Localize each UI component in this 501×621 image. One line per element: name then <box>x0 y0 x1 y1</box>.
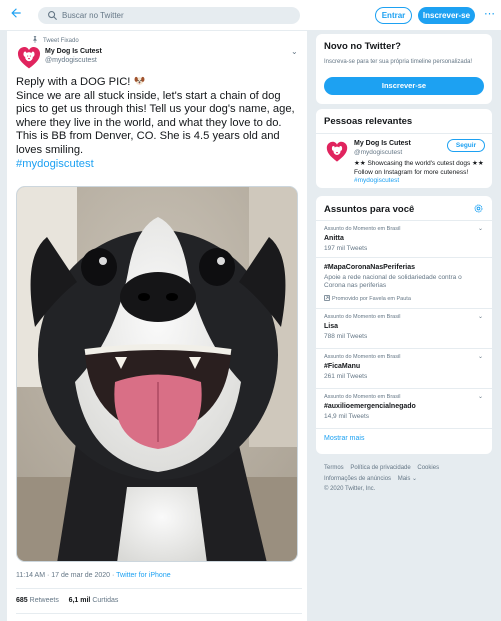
timestamp-text[interactable]: 11:14 AM · 17 de mar de 2020 · <box>16 572 116 579</box>
tweet-timestamp: 11:14 AM · 17 de mar de 2020 · Twitter f… <box>16 572 171 579</box>
person-bio-hashtag[interactable]: #mydogiscutest <box>354 177 399 184</box>
trend-name[interactable]: Anitta <box>324 235 344 242</box>
search-box[interactable] <box>38 7 300 24</box>
person-bio-text: ★★ Showcasing the world's cutest dogs ★★… <box>354 160 484 176</box>
tweet-text: Reply with a DOG PIC! Since we are all s… <box>16 75 302 171</box>
person-name[interactable]: My Dog Is Cutest <box>354 140 411 147</box>
trend-item-promoted[interactable]: #MapaCoronaNasPeriferias Apoie a rede na… <box>316 258 492 309</box>
chevron-down-icon[interactable]: ⌄ <box>478 353 483 360</box>
back-arrow-icon[interactable] <box>9 6 25 24</box>
retweets-label[interactable]: Retweets <box>30 597 59 604</box>
more-dots-icon[interactable]: ⋯ <box>484 7 495 20</box>
trend-count: 197 mil Tweets <box>324 245 368 252</box>
trend-item[interactable]: Assunto do Momento em Brasil ⌄ #auxilioe… <box>316 389 492 429</box>
trend-name[interactable]: Lisa <box>324 323 338 330</box>
footer: Termos Política de privacidade Cookies I… <box>324 463 492 495</box>
top-bar: Entrar Inscrever-se ⋯ <box>0 0 501 31</box>
tweet-detail: Tweet Fixado My Dog Is Cutest @mydogiscu… <box>7 31 307 621</box>
trend-count: 261 mil Tweets <box>324 373 368 380</box>
tweet-stats: 685 Retweets 6,1 mil Curtidas <box>16 597 118 604</box>
divider <box>16 613 302 614</box>
footer-link-cookies[interactable]: Cookies <box>417 465 439 471</box>
search-icon <box>48 11 58 21</box>
signup-button[interactable]: Inscrever-se <box>418 7 475 24</box>
new-to-twitter-subtitle: Inscreva-se para ter sua própria timelin… <box>324 59 473 65</box>
dog-photo-image <box>17 187 297 561</box>
pinned-indicator: Tweet Fixado <box>32 36 79 44</box>
new-to-twitter-card: Novo no Twitter? Inscreva-se para ter su… <box>316 34 492 104</box>
footer-link-ads[interactable]: Informações de anúncios <box>324 476 391 482</box>
gear-icon[interactable] <box>473 203 484 214</box>
search-input[interactable] <box>62 7 292 24</box>
tweet-text-body: Since we are all stuck inside, let's sta… <box>16 89 295 156</box>
copyright: © 2020 Twitter, Inc. <box>324 486 376 492</box>
chevron-down-icon[interactable]: ⌄ <box>478 225 483 232</box>
trend-count: 14,9 mil Tweets <box>324 413 370 420</box>
trend-name[interactable]: #auxilioemergencialnegado <box>324 403 416 410</box>
follow-button[interactable]: Seguir <box>447 139 485 152</box>
footer-link-more[interactable]: Mais ⌄ <box>398 476 417 482</box>
chevron-down-icon[interactable]: ⌄ <box>291 47 298 56</box>
chevron-down-icon[interactable]: ⌄ <box>478 313 483 320</box>
promoted-text: Promovido por Favela em Pauta <box>332 296 411 302</box>
client-link[interactable]: Twitter for iPhone <box>116 572 170 579</box>
chevron-down-icon[interactable]: ⌄ <box>478 393 483 400</box>
divider <box>316 133 492 134</box>
trend-item[interactable]: Assunto do Momento em Brasil ⌄ Lisa 788 … <box>316 309 492 349</box>
trend-count: 788 mil Tweets <box>324 333 368 340</box>
tweet-text-line1: Reply with a DOG PIC! <box>16 76 131 88</box>
new-to-twitter-title: Novo no Twitter? <box>324 41 401 52</box>
trends-card: Assuntos para você Assunto do Momento em… <box>316 196 492 454</box>
trend-item[interactable]: Assunto do Momento em Brasil ⌄ Anitta 19… <box>316 221 492 258</box>
dog-face-icon <box>134 76 144 85</box>
author-handle[interactable]: @mydogiscutest <box>45 57 97 64</box>
trend-context: Assunto do Momento em Brasil <box>324 394 401 400</box>
retweets-count[interactable]: 685 <box>16 597 28 604</box>
person-handle[interactable]: @mydogiscutest <box>354 149 402 156</box>
likes-label[interactable]: Curtidas <box>92 597 118 604</box>
trend-name[interactable]: #MapaCoronaNasPeriferias <box>324 264 415 271</box>
pin-icon <box>33 36 37 43</box>
trend-context: Assunto do Momento em Brasil <box>324 314 401 320</box>
trend-description: Apoie a rede nacional de solidariedade c… <box>324 274 462 289</box>
signup-cta-button[interactable]: Inscrever-se <box>324 77 484 95</box>
person-bio: ★★ Showcasing the world's cutest dogs ★★… <box>354 160 484 186</box>
relevant-people-card: Pessoas relevantes My Dog Is Cutest @myd… <box>316 109 492 188</box>
promoted-label: Promovido por Favela em Pauta <box>324 295 411 302</box>
footer-link-privacy[interactable]: Política de privacidade <box>350 465 410 471</box>
trend-item[interactable]: Assunto do Momento em Brasil ⌄ #FicaManu… <box>316 349 492 389</box>
trend-name[interactable]: #FicaManu <box>324 363 360 370</box>
pinned-label: Tweet Fixado <box>43 38 79 44</box>
relevant-people-title: Pessoas relevantes <box>324 116 413 127</box>
trend-context: Assunto do Momento em Brasil <box>324 226 401 232</box>
likes-count[interactable]: 6,1 mil <box>69 597 91 604</box>
avatar[interactable] <box>325 140 349 164</box>
trends-title: Assuntos para você <box>324 204 415 215</box>
footer-link-terms[interactable]: Termos <box>324 465 344 471</box>
author-name[interactable]: My Dog Is Cutest <box>45 48 102 55</box>
tweet-photo[interactable] <box>16 186 298 562</box>
promoted-icon <box>324 295 330 301</box>
tweet-hashtag[interactable]: #mydogiscutest <box>16 158 94 170</box>
login-button[interactable]: Entrar <box>375 7 412 24</box>
trend-context: Assunto do Momento em Brasil <box>324 354 401 360</box>
show-more-link[interactable]: Mostrar mais <box>324 435 364 442</box>
avatar[interactable] <box>16 45 42 71</box>
divider <box>16 588 302 589</box>
